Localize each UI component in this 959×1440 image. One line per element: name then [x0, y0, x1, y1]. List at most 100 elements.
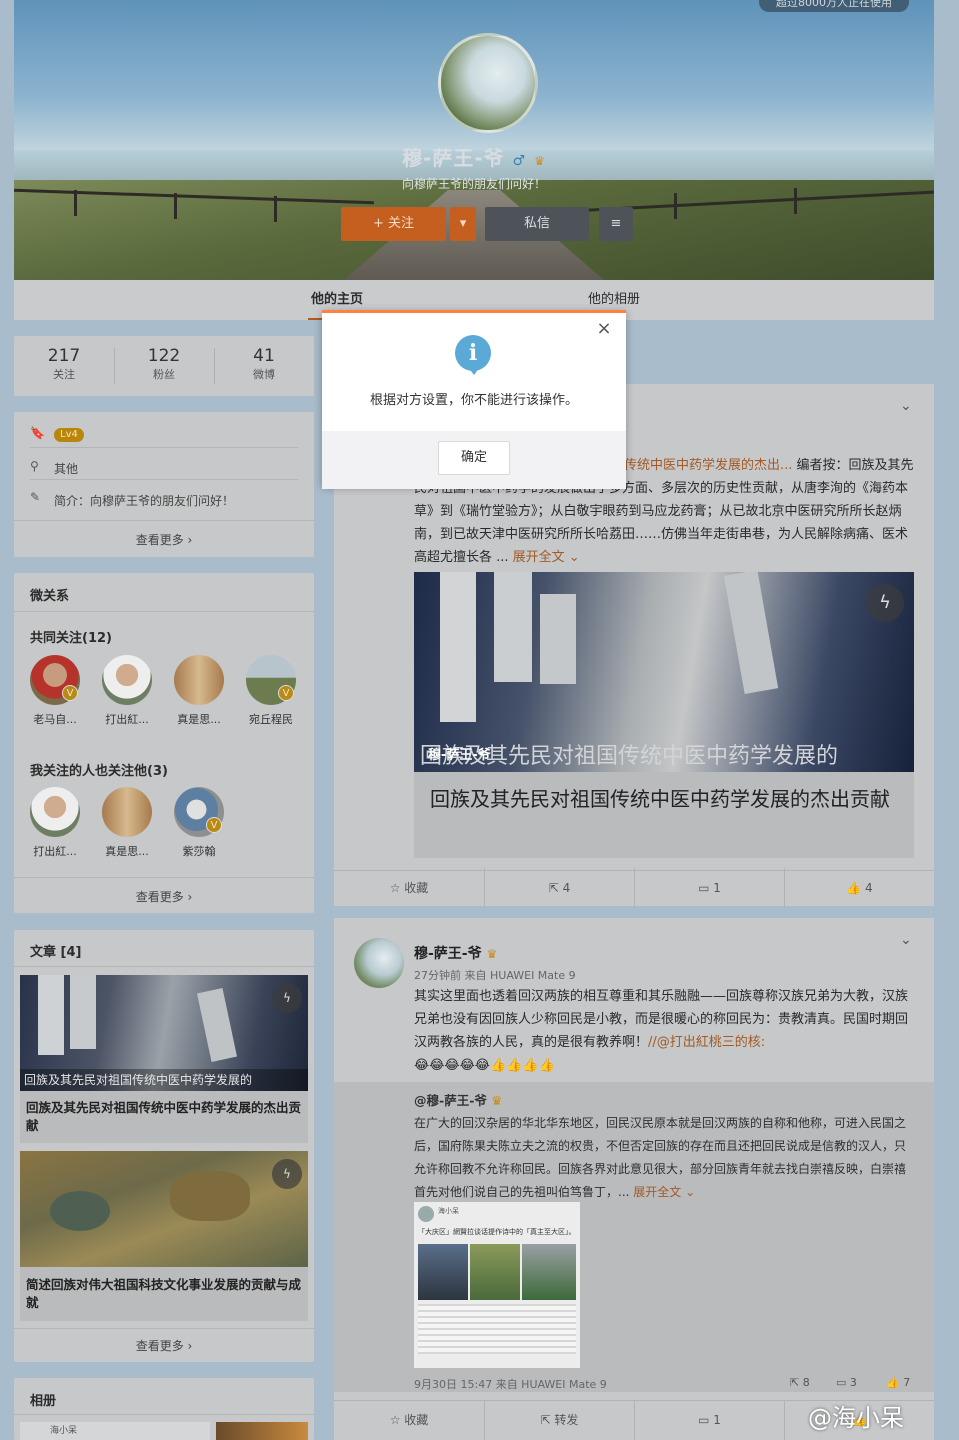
post-card-image[interactable]: ϟ 回族及其先民对祖国传统中医中药学发展的 穆-萨王-爷	[414, 572, 914, 772]
repost-box: @穆-萨王-爷 ♛ 在广大的回汉杂居的华北华东地区，回民汉民原本就是回汉两族的自…	[334, 1082, 934, 1392]
mutual-user[interactable]: V 紫莎翰	[174, 787, 229, 859]
lightning-icon: ϟ	[272, 1159, 302, 1189]
message-button[interactable]: 私信	[485, 207, 589, 241]
repost-image[interactable]: 海小呆 「大庆区」網賢拉谈话提作诗中的「真主至大区」。	[414, 1202, 580, 1368]
expand-link[interactable]: 展开全文 ⌄	[513, 550, 580, 565]
post-actions: ☆ 收藏 ⇱ 4 ▭ 1 👍 4	[334, 868, 934, 908]
post-card-title-box[interactable]: 回族及其先民对祖国传统中医中药学发展的杰出贡献	[414, 772, 914, 858]
user-name: 老马自...	[33, 713, 77, 726]
shot-photo	[418, 1244, 468, 1300]
repost-author[interactable]: @穆-萨王-爷 ♛	[414, 1090, 502, 1109]
cover-post	[674, 193, 677, 219]
mutual-user[interactable]: 真是思...	[102, 787, 157, 859]
watermark: @海小呆	[808, 1404, 904, 1432]
user-count-badge: 超过8000万人正在使用	[759, 0, 909, 12]
like-button[interactable]: 👍 4	[784, 868, 934, 908]
menu-icon[interactable]: ≡	[599, 207, 633, 241]
info-icon-tail	[468, 367, 480, 375]
stat-value: 41	[253, 346, 275, 366]
album-panel: 相册 海小呆	[14, 1378, 314, 1440]
vip-crown-icon: ♛	[534, 154, 546, 168]
relations-more-link[interactable]: 查看更多 ›	[14, 888, 314, 905]
shot-text: 「大庆区」網賢拉谈话提作诗中的「真主至大区」。	[418, 1228, 576, 1236]
user-name: 打出紅...	[105, 713, 149, 726]
avatar[interactable]	[354, 938, 404, 988]
article-title-box[interactable]: 简述回族对伟大祖国科技文化事业发展的贡献与成就	[20, 1267, 308, 1321]
mutual-user[interactable]: 打出紅...	[30, 787, 85, 859]
divider	[30, 447, 298, 448]
chevron-down-icon[interactable]: ⌄	[900, 932, 912, 948]
comment-button[interactable]: ▭ 1	[634, 868, 784, 908]
articles-more-link[interactable]: 查看更多 ›	[14, 1337, 314, 1354]
card-overlay-text: 回族及其先民对祖国传统中医中药学发展的	[420, 744, 839, 769]
book-spine	[38, 975, 64, 1055]
cover-post	[174, 193, 177, 219]
common-user[interactable]: V 老马自...	[30, 655, 85, 727]
emoji-row: 😂😂😂😂😂👍👍👍👍	[414, 1058, 555, 1073]
repost-meta: 9月30日 15:47 来自 HUAWEI Mate 9	[414, 1378, 607, 1391]
info-more-link[interactable]: 查看更多 ›	[14, 531, 314, 548]
post-link[interactable]: 传统中医中药学发展的杰出...	[624, 458, 792, 473]
feed-post: ⌄ 穆-萨王-爷 ♛ 27分钟前 来自 HUAWEI Mate 9 其实这里面也…	[334, 918, 934, 1440]
card-author: 穆-萨王-爷	[428, 748, 491, 763]
repost-count[interactable]: ⇱ 8	[790, 1376, 810, 1389]
articles-title: 文章 [4]	[30, 945, 82, 960]
chevron-down-icon[interactable]: ⌄	[900, 398, 912, 414]
repost-text: 在广大的回汉杂居的华北华东地区，回民汉民原本就是回汉两族的自称和他称，可进入民国…	[414, 1112, 914, 1204]
stat-following[interactable]: 217 关注	[14, 346, 114, 382]
ok-button[interactable]: 确定	[438, 441, 510, 475]
follow-dropdown-button[interactable]: ▾	[450, 207, 476, 241]
stat-label: 微博	[253, 368, 275, 381]
profile-cover: 超过8000万人正在使用 穆-萨王-爷 ♂ ♛ 向穆萨王爷的朋友们问好！ + 关…	[14, 0, 934, 280]
comment-count[interactable]: ▭ 3	[836, 1376, 857, 1389]
article-cover[interactable]: ϟ	[20, 1151, 308, 1267]
dialog-message: 根据对方设置，你不能进行该操作。	[369, 393, 578, 408]
alert-dialog: × i 根据对方设置，你不能进行该操作。 确定	[322, 310, 626, 489]
divider	[30, 479, 298, 480]
user-name: 宛丘程民	[249, 713, 293, 726]
verified-icon: V	[278, 685, 294, 701]
male-icon: ♂	[512, 153, 527, 169]
follow-button[interactable]: + 关注	[341, 207, 446, 241]
post-meta: 27分钟前 来自 HUAWEI Mate 9	[414, 969, 576, 982]
close-icon[interactable]: ×	[596, 320, 612, 338]
article-title-box[interactable]: 回族及其先民对祖国传统中医中药学发展的杰出贡献	[20, 1091, 308, 1143]
profile-avatar[interactable]	[438, 33, 538, 133]
article-cover[interactable]: ϟ 回族及其先民对祖国传统中医中药学发展的	[20, 975, 308, 1091]
profile-name-row: 穆-萨王-爷 ♂ ♛	[14, 142, 934, 171]
book-spine	[494, 572, 532, 682]
common-user[interactable]: V 宛丘程民	[246, 655, 301, 727]
common-user[interactable]: 打出紅...	[102, 655, 157, 727]
common-user[interactable]: 真是思...	[174, 655, 229, 727]
shot-photo	[470, 1244, 520, 1300]
comment-button[interactable]: ▭ 1	[634, 1400, 784, 1440]
like-count[interactable]: 👍 7	[886, 1376, 910, 1389]
user-name: 真是思...	[105, 845, 149, 858]
post-author[interactable]: 穆-萨王-爷 ♛	[414, 943, 497, 963]
album-photo[interactable]	[216, 1422, 308, 1440]
favorite-button[interactable]: ☆ 收藏	[334, 1400, 484, 1440]
repost-button[interactable]: ⇱ 转发	[484, 1400, 634, 1440]
stat-posts[interactable]: 41 微博	[214, 346, 314, 382]
avatar	[30, 787, 80, 837]
user-name: 打出紅...	[33, 845, 77, 858]
post-text: 其实这里面也透着回汉两族的相互尊重和其乐融融——回族尊称汉族兄弟为大教，汉族兄弟…	[414, 985, 914, 1077]
vip-crown-icon: ♛	[491, 1093, 503, 1108]
mention-link[interactable]: //@打出紅桃三的核:	[648, 1035, 765, 1050]
articles-panel: 文章 [4] ϟ 回族及其先民对祖国传统中医中药学发展的 回族及其先民对祖国传统…	[14, 930, 314, 1362]
stat-label: 关注	[53, 368, 75, 381]
avatar	[418, 1206, 434, 1222]
info-icon: i	[455, 335, 491, 371]
divider	[14, 966, 314, 967]
verified-icon: V	[206, 817, 222, 833]
divider	[14, 1414, 314, 1415]
stat-followers[interactable]: 122 粉丝	[114, 346, 214, 382]
favorite-button[interactable]: ☆ 收藏	[334, 868, 484, 908]
repost-button[interactable]: ⇱ 4	[484, 868, 634, 908]
article-overlay-text: 回族及其先民对祖国传统中医中药学发展的	[20, 1069, 308, 1091]
expand-link[interactable]: 展开全文 ⌄	[633, 1185, 695, 1199]
album-photo[interactable]: 海小呆	[20, 1422, 210, 1440]
stat-value: 122	[147, 346, 181, 366]
divider	[14, 611, 314, 612]
book-spine	[723, 572, 779, 695]
